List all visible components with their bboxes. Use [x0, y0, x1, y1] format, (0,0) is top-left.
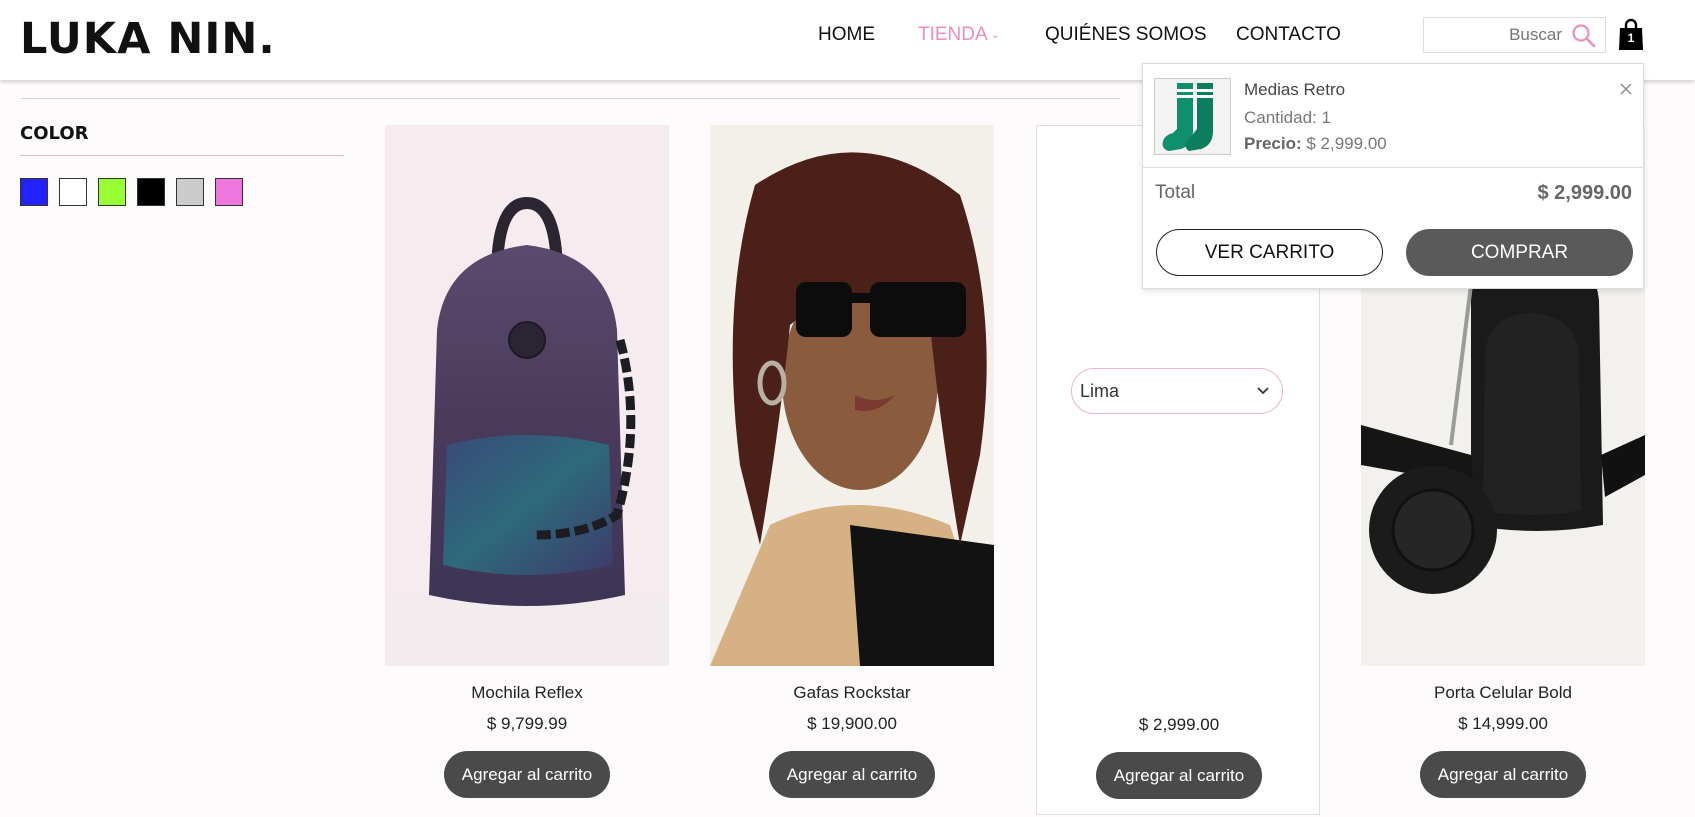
- add-to-cart-button[interactable]: Agregar al carrito: [1096, 752, 1262, 799]
- view-cart-button[interactable]: VER CARRITO: [1156, 229, 1383, 276]
- product-name[interactable]: Porta Celular Bold: [1361, 683, 1645, 703]
- nav-tienda-label: TIENDA: [918, 24, 988, 45]
- cart-count-badge: 1: [1627, 31, 1635, 45]
- brand-logo[interactable]: LUKA NIN.: [20, 14, 276, 64]
- checkout-button[interactable]: COMPRAR: [1406, 229, 1633, 276]
- cart-item-name[interactable]: Medias Retro: [1244, 80, 1345, 100]
- cart-button[interactable]: 1: [1617, 17, 1645, 51]
- cart-item-quantity: Cantidad: 1: [1244, 108, 1331, 127]
- variant-select[interactable]: Lima: [1071, 368, 1283, 414]
- product-image[interactable]: [710, 125, 994, 666]
- socks-image: [1162, 83, 1213, 151]
- product-price: $ 9,799.99: [486, 714, 568, 733]
- product-name[interactable]: Mochila Reflex: [385, 683, 669, 703]
- nav-tienda[interactable]: TIENDA ⌄: [918, 24, 1000, 46]
- swatch-pink[interactable]: [215, 178, 243, 206]
- mini-cart-popup: Medias Retro Cantidad: 1 Precio: $ 2,999…: [1142, 63, 1644, 289]
- nav-home[interactable]: HOME: [818, 24, 875, 46]
- nav-contacto[interactable]: CONTACTO: [1236, 24, 1341, 46]
- cart-item-price: Precio: $ 2,999.00: [1244, 134, 1387, 154]
- cart-item-price-value: $ 2,999.00: [1306, 134, 1387, 153]
- product-image[interactable]: [385, 125, 669, 666]
- variant-select-value: Lima: [1080, 381, 1120, 401]
- cart-total-label: Total: [1155, 182, 1196, 203]
- divider: [20, 98, 1120, 99]
- divider: [1143, 167, 1643, 168]
- product-name[interactable]: Gafas Rockstar: [710, 683, 994, 703]
- color-filter-title: COLOR: [20, 123, 89, 144]
- product-card: Gafas Rockstar $ 19,900.00 Agregar al ca…: [710, 125, 994, 815]
- add-to-cart-button[interactable]: Agregar al carrito: [444, 751, 610, 798]
- add-to-cart-button[interactable]: Agregar al carrito: [1420, 751, 1586, 798]
- search-input[interactable]: [1430, 22, 1562, 48]
- cart-item-price-label: Precio:: [1244, 134, 1302, 153]
- add-to-cart-button[interactable]: Agregar al carrito: [769, 751, 935, 798]
- search-box: [1423, 17, 1606, 53]
- cart-item-image[interactable]: [1154, 78, 1231, 155]
- close-icon[interactable]: [1619, 82, 1633, 96]
- product-price: $ 14,999.00: [1458, 714, 1548, 733]
- nav-quienes-somos[interactable]: QUIÉNES SOMOS: [1045, 24, 1207, 46]
- chevron-down-icon: [1257, 387, 1269, 395]
- cart-total-value: $ 2,999.00: [1537, 182, 1632, 204]
- swatch-black[interactable]: [137, 178, 165, 206]
- backpack-image: [385, 196, 669, 666]
- swatch-lime[interactable]: [98, 178, 126, 206]
- sunglasses-model-image: [710, 152, 994, 666]
- swatch-white[interactable]: [59, 178, 87, 206]
- product-card: Mochila Reflex $ 9,799.99 Agregar al car…: [385, 125, 669, 815]
- chevron-down-icon: ⌄: [990, 29, 1000, 41]
- product-price: $ 19,900.00: [807, 714, 897, 733]
- divider: [20, 155, 344, 156]
- search-icon[interactable]: [1571, 23, 1597, 49]
- swatch-blue[interactable]: [20, 178, 48, 206]
- product-price: $ 2,999.00: [1138, 715, 1220, 734]
- swatch-gray[interactable]: [176, 178, 204, 206]
